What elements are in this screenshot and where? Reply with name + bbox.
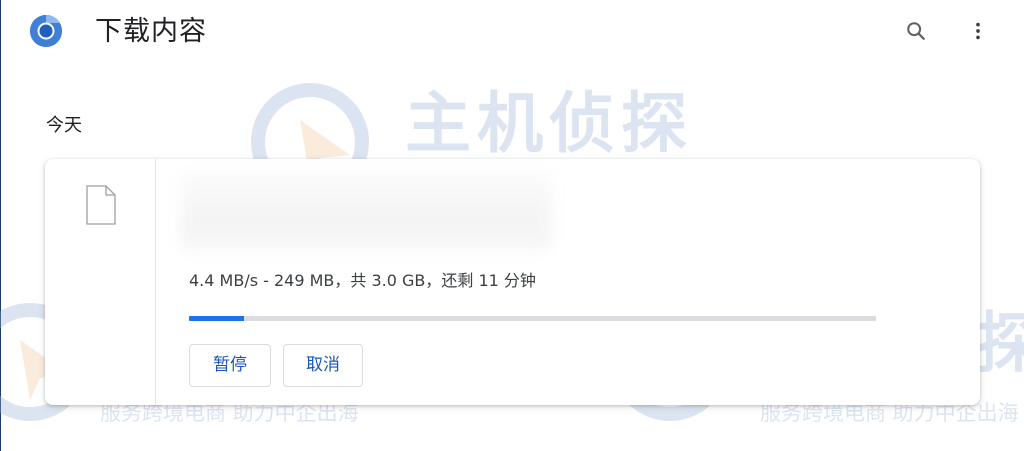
file-icon: [85, 185, 117, 225]
search-icon: [907, 22, 925, 40]
date-group-label: 今天: [46, 115, 82, 136]
watermark-brand: 主机侦探: [405, 85, 693, 162]
pause-button[interactable]: 暂停: [189, 344, 271, 387]
more-options-button[interactable]: [963, 16, 993, 46]
more-vert-icon: [976, 22, 980, 40]
file-icon-column: [45, 159, 156, 405]
download-status: 4.4 MB/s - 249 MB，共 3.0 GB，还剩 11 分钟: [189, 271, 536, 290]
download-progress-fill: [189, 316, 244, 321]
filename-redacted: [180, 171, 552, 251]
download-progress-bar: [189, 316, 876, 321]
search-button[interactable]: [901, 16, 931, 46]
page-title: 下载内容: [95, 16, 207, 47]
cancel-button[interactable]: 取消: [283, 344, 363, 387]
header-bar: 下载内容: [0, 0, 1024, 66]
window-left-border: [0, 0, 1, 451]
chromium-logo-icon: [30, 14, 62, 47]
download-item-card: 4.4 MB/s - 249 MB，共 3.0 GB，还剩 11 分钟 暂停 取…: [45, 159, 980, 405]
